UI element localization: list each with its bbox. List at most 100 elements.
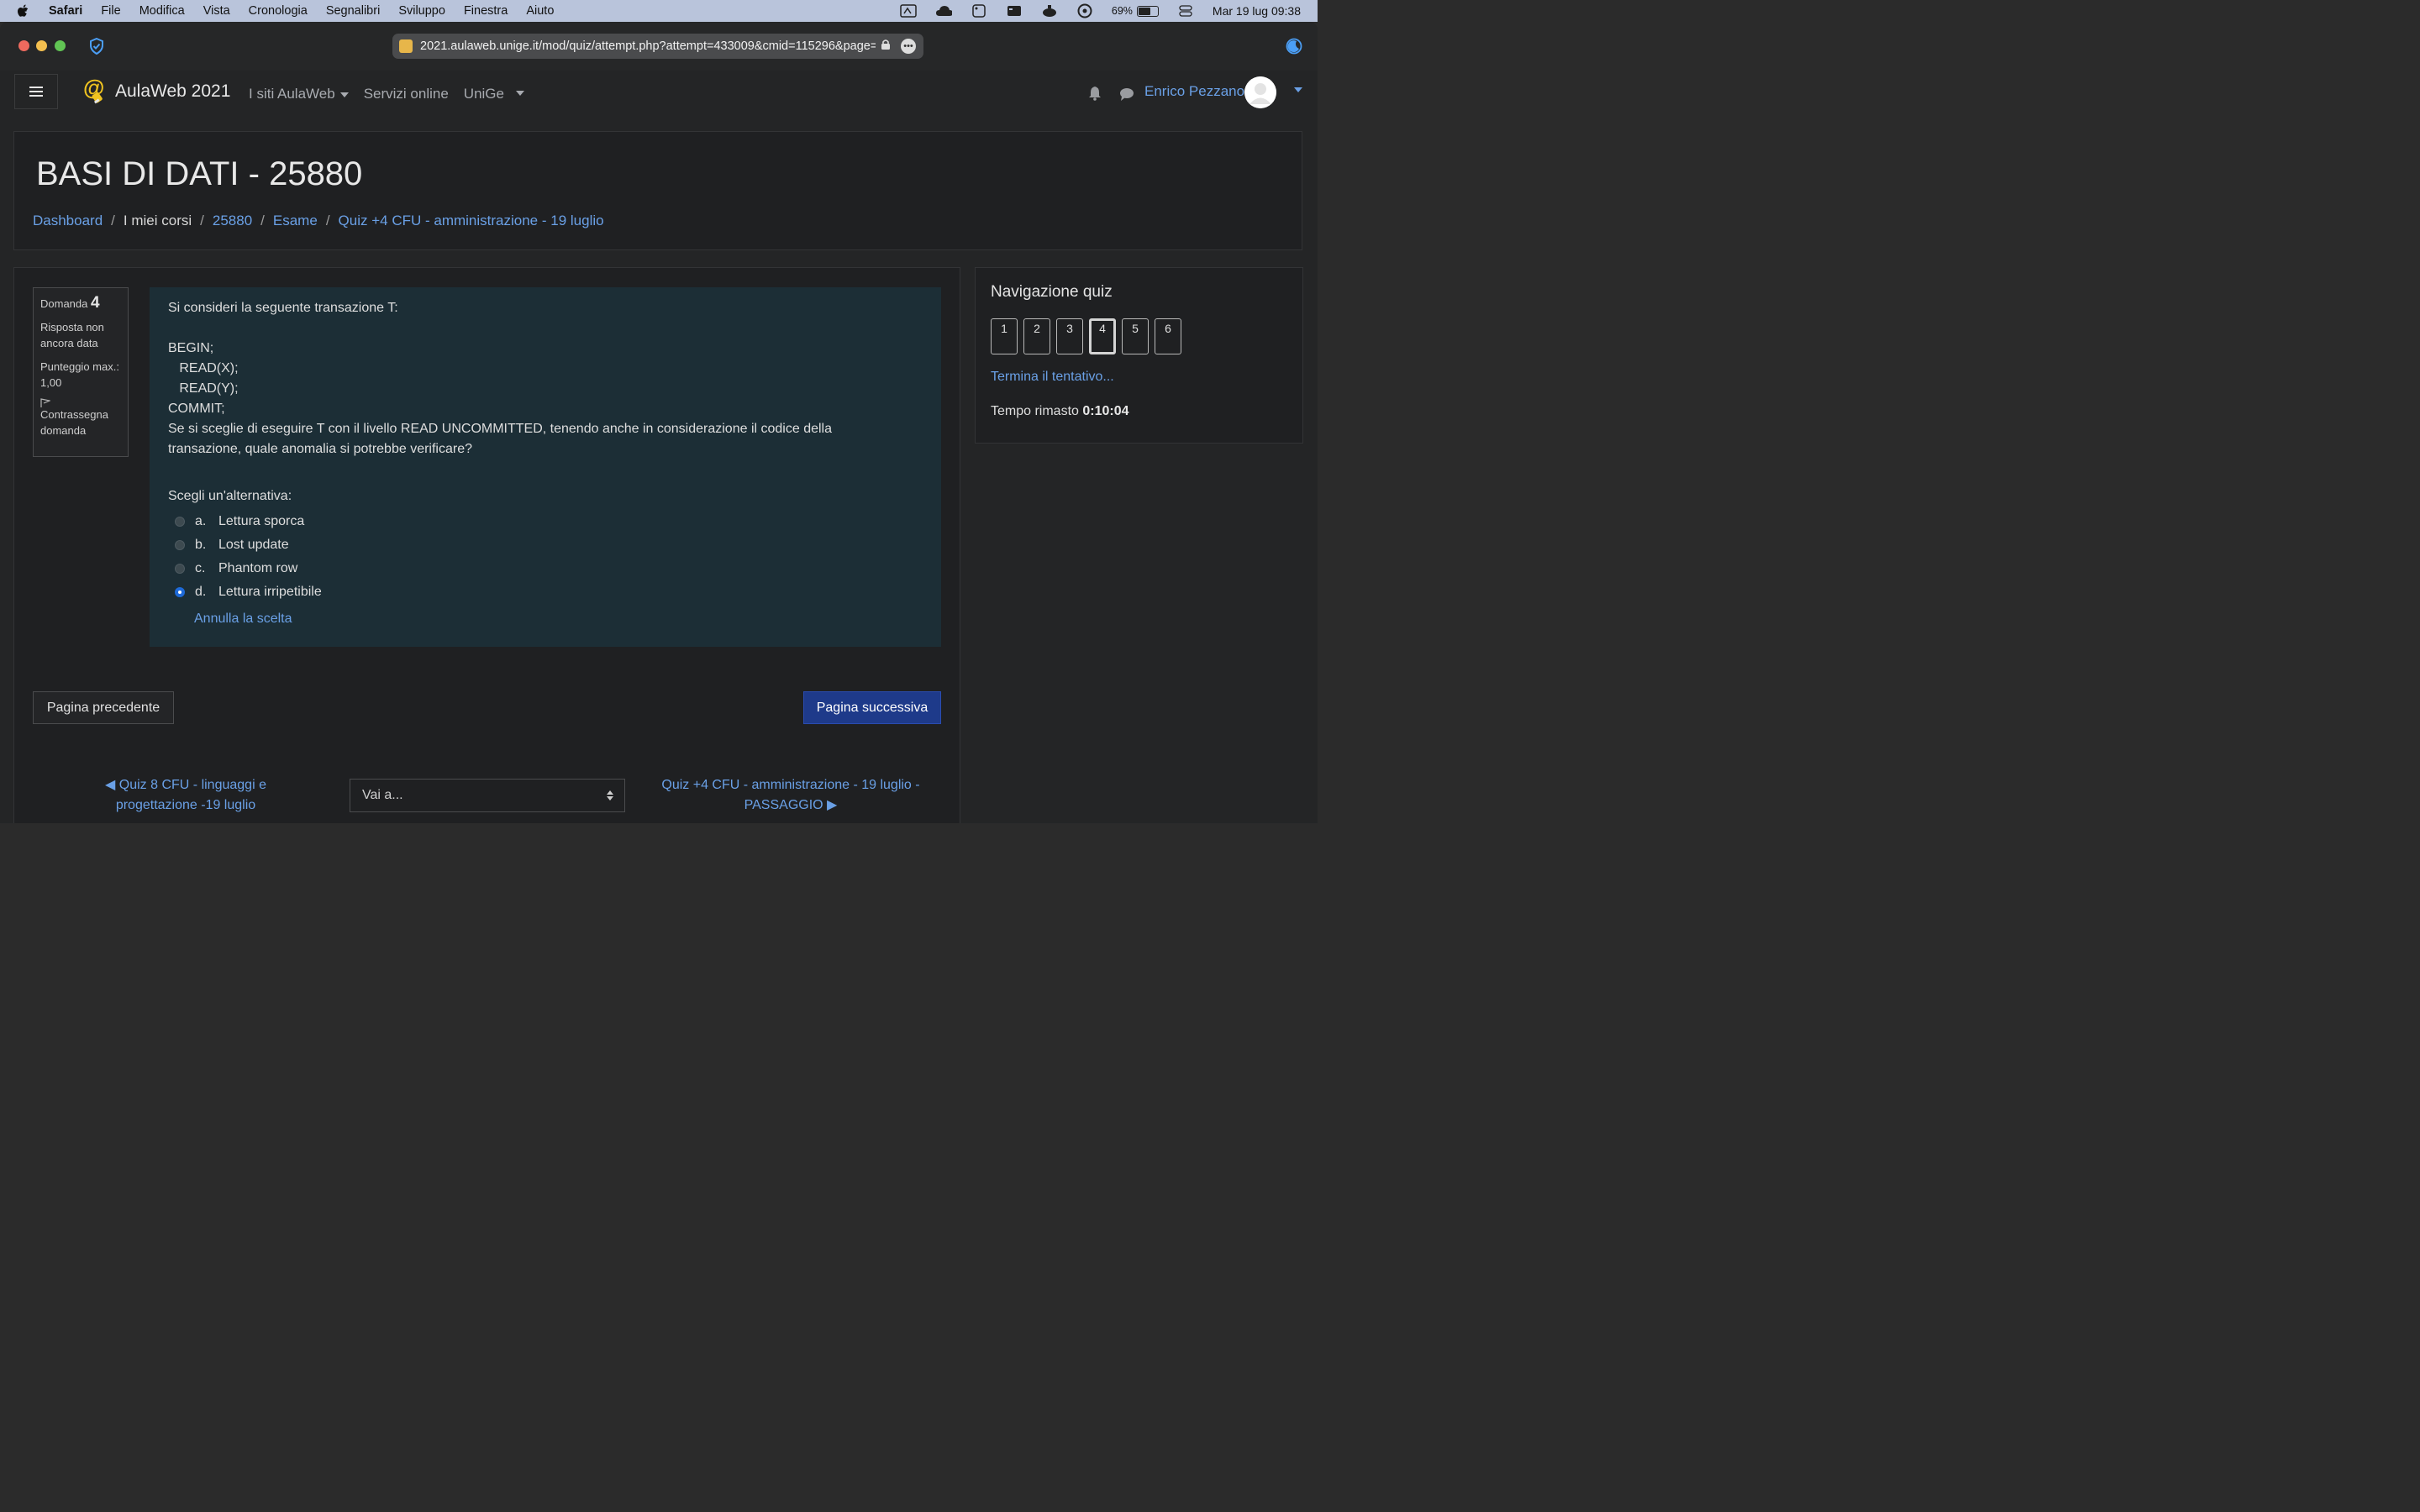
screen-mirroring-icon[interactable] — [900, 4, 917, 18]
answer-option-d[interactable]: d. Lettura irripetibile — [175, 580, 322, 604]
site-navbar: @ AulaWeb 2021 I siti AulaWeb Servizi on… — [0, 71, 1318, 119]
nav-unige[interactable]: UniGe — [464, 86, 504, 102]
menu-vista[interactable]: Vista — [203, 4, 230, 18]
flag-question-button[interactable]: Contrassegna domanda — [40, 396, 121, 439]
option-text: Phantom row — [218, 561, 298, 575]
flag-question-label: Contrassegna domanda — [40, 407, 108, 438]
window-icon[interactable] — [1006, 4, 1023, 18]
question-nav-button-5[interactable]: 5 — [1122, 318, 1149, 354]
menu-modifica[interactable]: Modifica — [139, 4, 185, 18]
site-brand[interactable]: AulaWeb 2021 — [115, 81, 230, 102]
kettle-icon[interactable] — [1041, 4, 1058, 18]
transaction-code: BEGIN; READ(X); READ(Y); COMMIT; — [168, 341, 239, 416]
app-square-icon[interactable] — [971, 4, 987, 18]
site-nav-links: I siti AulaWeb Servizi online UniGe — [249, 86, 504, 102]
hamburger-icon — [29, 87, 43, 97]
battery-status[interactable]: 69% — [1112, 5, 1159, 17]
nav-siti-aulaweb[interactable]: I siti AulaWeb — [249, 86, 349, 102]
quiz-navigation-block: Navigazione quiz 1 2 3 4 5 6 Termina il … — [975, 267, 1303, 444]
time-remaining: Tempo rimasto 0:10:04 — [991, 404, 1129, 419]
breadcrumb-separator: / — [111, 213, 115, 228]
notifications-bell-icon[interactable] — [1087, 86, 1102, 101]
jump-to-select[interactable]: Vai a... — [350, 779, 625, 812]
browser-toolbar: 2021.aulaweb.unige.it/mod/quiz/attempt.p… — [0, 22, 1318, 71]
close-window-button[interactable] — [18, 40, 29, 51]
privacy-shield-icon[interactable] — [87, 37, 106, 55]
answer-option-b[interactable]: b. Lost update — [175, 533, 322, 557]
menu-sviluppo[interactable]: Sviluppo — [398, 4, 445, 18]
clear-choice-link[interactable]: Annulla la scelta — [194, 609, 292, 629]
previous-activity-link[interactable]: ◀ Quiz 8 CFU - linguaggi e progettazione… — [85, 775, 287, 816]
question-buttons: 1 2 3 4 5 6 — [991, 318, 1181, 354]
breadcrumb-section[interactable]: Esame — [273, 213, 318, 229]
breadcrumb-my-courses: I miei corsi — [123, 213, 192, 228]
user-menu-chevron-icon[interactable] — [1294, 87, 1302, 92]
nav-siti-aulaweb-label: I siti AulaWeb — [249, 86, 335, 102]
menu-segnalibri[interactable]: Segnalibri — [326, 4, 381, 18]
safari-window: 2021.aulaweb.unige.it/mod/quiz/attempt.p… — [0, 22, 1318, 823]
finish-attempt-link[interactable]: Termina il tentativo... — [991, 370, 1114, 385]
breadcrumb-separator: / — [325, 213, 330, 228]
nav-servizi-online[interactable]: Servizi online — [364, 86, 449, 102]
chevron-down-icon — [339, 92, 349, 97]
messages-chat-icon[interactable] — [1119, 87, 1134, 102]
minimize-window-button[interactable] — [36, 40, 47, 51]
battery-percent: 69% — [1111, 5, 1133, 17]
quiz-main-region: Domanda 4 Risposta non ancora data Punte… — [13, 267, 960, 823]
answer-option-c[interactable]: c. Phantom row — [175, 557, 322, 580]
user-name[interactable]: Enrico Pezzano — [1144, 83, 1244, 100]
lock-icon — [881, 39, 892, 54]
select-updown-icon — [606, 790, 614, 801]
question-label: Domanda — [40, 297, 88, 310]
radio-button-selected[interactable] — [175, 587, 185, 597]
question-nav-button-2[interactable]: 2 — [1023, 318, 1050, 354]
breadcrumb-dashboard[interactable]: Dashboard — [33, 213, 103, 229]
menu-cronologia[interactable]: Cronologia — [249, 4, 308, 18]
zoom-window-button[interactable] — [55, 40, 66, 51]
option-letter: a. — [195, 514, 207, 528]
menu-file[interactable]: File — [101, 4, 120, 18]
menu-aiuto[interactable]: Aiuto — [526, 4, 554, 18]
battery-icon — [1136, 5, 1159, 17]
user-avatar[interactable] — [1244, 76, 1276, 108]
next-page-button[interactable]: Pagina successiva — [803, 691, 941, 724]
next-activity-link[interactable]: Quiz +4 CFU - amministrazione - 19 lugli… — [661, 775, 920, 816]
page-menu-icon[interactable]: ••• — [901, 39, 916, 54]
time-remaining-label: Tempo rimasto — [991, 404, 1079, 418]
macos-menubar: Safari File Modifica Vista Cronologia Se… — [0, 0, 1318, 22]
hamburger-menu-button[interactable] — [14, 74, 58, 109]
option-letter: c. — [195, 561, 206, 575]
question-status: Risposta non ancora data — [40, 320, 104, 350]
breadcrumb-quiz[interactable]: Quiz +4 CFU - amministrazione - 19 lugli… — [339, 213, 604, 229]
radio-button[interactable] — [175, 564, 185, 574]
control-center-icon[interactable] — [1177, 4, 1194, 18]
jump-to-selected-value: Vai a... — [362, 788, 403, 802]
menu-safari[interactable]: Safari — [49, 4, 82, 18]
previous-page-button[interactable]: Pagina precedente — [33, 691, 174, 724]
address-bar[interactable]: 2021.aulaweb.unige.it/mod/quiz/attempt.p… — [392, 34, 923, 59]
night-mode-icon[interactable] — [1286, 38, 1302, 55]
quiz-navigation-title: Navigazione quiz — [991, 283, 1113, 301]
breadcrumb-course[interactable]: 25880 — [213, 213, 252, 229]
answer-option-a[interactable]: a. Lettura sporca — [175, 510, 322, 533]
option-letter: b. — [195, 538, 207, 552]
question-nav-button-4-current[interactable]: 4 — [1089, 318, 1116, 354]
answer-prompt: Scegli un'alternativa: — [168, 489, 292, 503]
cloud-icon[interactable] — [935, 4, 952, 18]
question-nav-button-6[interactable]: 6 — [1155, 318, 1181, 354]
breadcrumb-separator: / — [260, 213, 265, 228]
option-letter: d. — [195, 585, 207, 599]
url-text[interactable]: 2021.aulaweb.unige.it/mod/quiz/attempt.p… — [420, 39, 876, 53]
menu-finestra[interactable]: Finestra — [464, 4, 508, 18]
question-max-score: Punteggio max.: 1,00 — [40, 360, 119, 390]
question-nav-button-1[interactable]: 1 — [991, 318, 1018, 354]
breadcrumb: Dashboard / I miei corsi / 25880 / Esame… — [33, 213, 604, 229]
apple-icon[interactable] — [17, 3, 32, 18]
question-nav-button-3[interactable]: 3 — [1056, 318, 1083, 354]
settings-wheel-icon[interactable] — [1076, 3, 1093, 18]
radio-button[interactable] — [175, 517, 185, 527]
more-menu-chevron-icon[interactable] — [516, 91, 524, 96]
radio-button[interactable] — [175, 540, 185, 550]
menubar-clock[interactable]: Mar 19 lug 09:38 — [1213, 4, 1301, 18]
aulaweb-logo-icon[interactable]: @ — [82, 75, 109, 105]
